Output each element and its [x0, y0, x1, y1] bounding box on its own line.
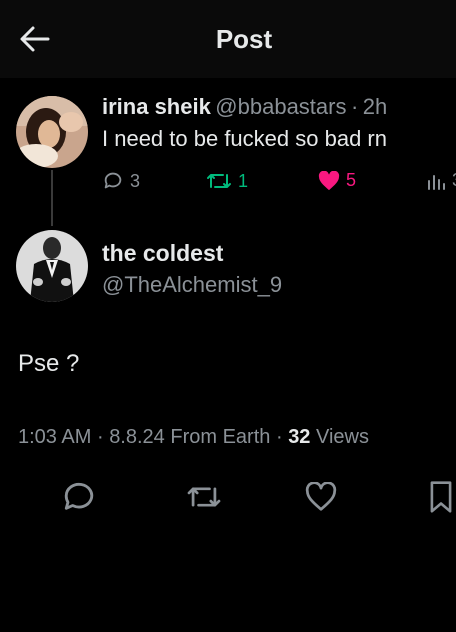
- post-actions: [0, 476, 456, 516]
- bookmark-button[interactable]: [428, 480, 454, 519]
- views-count: 3: [452, 170, 456, 191]
- post-time[interactable]: 1:03 AM: [18, 426, 91, 448]
- post-metadata: 1:03 AM · 8.8.24 From Earth · 32 Views: [18, 426, 369, 449]
- separator-dot: ·: [350, 94, 359, 119]
- reply-button[interactable]: 3: [102, 170, 140, 192]
- heart-filled-icon: [318, 170, 340, 191]
- separator-dot: ·: [96, 426, 104, 448]
- like-count: 5: [346, 170, 357, 190]
- post-text: Pse ?: [18, 350, 80, 377]
- views-label[interactable]: Views: [316, 426, 369, 448]
- retweet-count: 1: [238, 170, 249, 191]
- views-count[interactable]: 32: [288, 426, 310, 448]
- avatar[interactable]: [16, 96, 88, 168]
- author-handle[interactable]: @TheAlchemist_9: [102, 272, 282, 298]
- avatar[interactable]: [16, 230, 88, 302]
- comment-icon: [62, 482, 96, 518]
- page-title: Post: [215, 24, 273, 54]
- comment-icon: [102, 170, 124, 192]
- author-name[interactable]: irina sheik: [102, 94, 211, 119]
- heart-icon: [304, 481, 338, 516]
- bookmark-icon: [428, 481, 454, 518]
- reply-button[interactable]: [62, 480, 96, 519]
- retweet-button[interactable]: 1: [206, 170, 248, 192]
- author-handle[interactable]: @bbabastars: [215, 94, 346, 119]
- reply-text: I need to be fucked so bad rn: [102, 126, 387, 151]
- analytics-icon: [426, 171, 446, 191]
- views-button[interactable]: 3: [426, 170, 456, 191]
- timestamp[interactable]: 2h: [363, 94, 387, 119]
- post-date[interactable]: 8.8.24: [109, 426, 165, 448]
- reply-count: 3: [130, 170, 141, 191]
- retweet-button[interactable]: [186, 482, 222, 517]
- like-button[interactable]: [304, 481, 338, 517]
- like-button[interactable]: 5: [318, 170, 356, 191]
- author-name[interactable]: the coldest: [102, 240, 223, 267]
- reply-header: irina sheik @bbabastars · 2h: [102, 94, 387, 120]
- retweet-icon: [206, 170, 232, 192]
- retweet-icon: [186, 487, 222, 516]
- separator-dot: ·: [275, 426, 283, 448]
- top-bar: Post: [0, 0, 456, 78]
- reply-actions: 3 1 5 3: [0, 170, 456, 198]
- post-source: From Earth: [170, 426, 271, 448]
